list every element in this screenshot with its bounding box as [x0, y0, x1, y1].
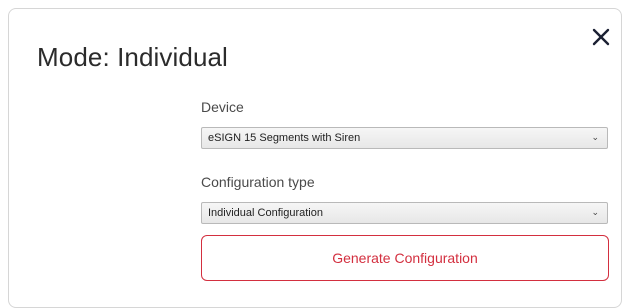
modal-title: Mode: Individual: [37, 42, 228, 72]
generate-configuration-button[interactable]: Generate Configuration: [201, 235, 609, 281]
device-select-value: eSIGN 15 Segments with Siren: [208, 132, 361, 144]
configuration-type-label: Configuration type: [201, 174, 315, 190]
device-label: Device: [201, 99, 244, 115]
close-icon[interactable]: [591, 27, 611, 47]
device-select[interactable]: eSIGN 15 Segments with Siren ⌄: [201, 127, 608, 149]
mode-modal: Mode: Individual Device eSIGN 15 Segment…: [8, 8, 622, 308]
configuration-type-select-value: Individual Configuration: [208, 207, 323, 219]
configuration-type-select[interactable]: Individual Configuration ⌄: [201, 202, 608, 224]
chevron-down-icon: ⌄: [591, 207, 599, 217]
chevron-down-icon: ⌄: [591, 132, 599, 142]
